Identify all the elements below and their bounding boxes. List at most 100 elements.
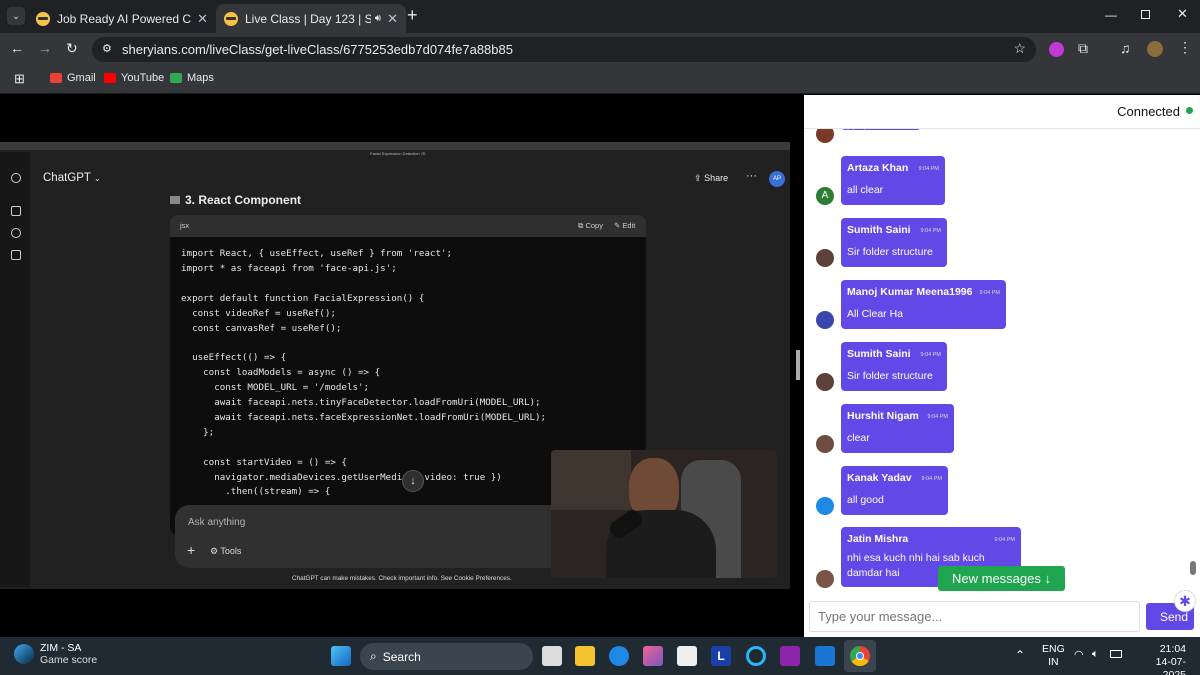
close-tab-icon[interactable]: ✕ — [387, 11, 398, 27]
speaker-icon[interactable]: 🔊︎ — [375, 13, 381, 24]
share-label: Share — [704, 173, 729, 183]
start-icon[interactable] — [331, 646, 351, 666]
vscode-icon[interactable] — [815, 646, 835, 666]
background-shelf — [551, 450, 631, 510]
wifi-icon[interactable]: ◠ — [1074, 648, 1084, 661]
code-line: const loadModels = async () => { — [181, 367, 381, 379]
new-chat-icon[interactable] — [11, 206, 21, 216]
code-line: useEffect(() => { — [181, 352, 287, 364]
taskbar-search[interactable]: ⌕ Search — [360, 643, 533, 670]
floating-ai-icon[interactable]: ✱ — [1174, 590, 1196, 612]
bookmark-gmail[interactable]: Gmail — [50, 72, 96, 84]
restore-icon[interactable] — [1141, 10, 1150, 19]
close-window-icon[interactable]: ✕ — [1177, 6, 1188, 22]
extension-icon[interactable] — [1049, 42, 1064, 57]
more-options-icon[interactable]: ··· — [746, 170, 757, 182]
new-tab-button[interactable]: + — [407, 5, 418, 26]
message-text: All Clear Ha — [847, 308, 904, 320]
weather-widget[interactable]: ZIM - SA Game score — [14, 642, 97, 666]
code-line: const MODEL_URL = '/models'; — [181, 382, 370, 394]
bookmark-maps[interactable]: Maps — [170, 72, 214, 84]
code-line: import * as faceapi from 'face-api.js'; — [181, 262, 397, 274]
message-text: all clear — [847, 184, 884, 196]
address-bar[interactable]: ⚙ sheryians.com/liveClass/get-liveClass/… — [92, 37, 1036, 62]
forward-icon[interactable]: → — [38, 40, 52, 56]
tab-search-button[interactable]: ⌄ — [7, 7, 25, 25]
search-icon: ⌕ — [370, 649, 377, 663]
message-time: 9:04 PM — [920, 228, 941, 234]
menu-kebab-icon[interactable]: ⋮ — [1178, 39, 1192, 56]
chatgpt-model-selector[interactable]: ChatGPT ⌄ — [43, 172, 101, 184]
edit-button[interactable]: ✎ Edit — [614, 221, 635, 230]
clock-time: 21:04 — [1159, 643, 1186, 655]
search-icon[interactable] — [11, 228, 21, 238]
close-tab-icon[interactable]: ✕ — [197, 11, 208, 27]
back-icon[interactable]: ← — [10, 40, 24, 56]
avatar — [816, 249, 834, 267]
avatar — [816, 497, 834, 515]
tools-button[interactable]: ⚙ Tools — [210, 546, 241, 557]
library-icon[interactable] — [11, 250, 21, 260]
language-indicator[interactable]: ENG IN — [1042, 643, 1065, 669]
copy-button[interactable]: ⧉ Copy — [578, 221, 603, 231]
disclaimer-text: ChatGPT can make mistakes. Check importa… — [292, 575, 512, 582]
bookmark-label: Gmail — [67, 72, 96, 84]
battery-icon[interactable] — [1110, 650, 1122, 658]
task-view-icon[interactable] — [542, 646, 562, 666]
share-button[interactable]: ⇪ Share — [694, 173, 728, 184]
chatgpt-sidebar — [0, 152, 30, 587]
tab-cohort[interactable]: Job Ready AI Powered Cohort: W ✕ — [28, 4, 216, 33]
openai-logo-icon[interactable] — [11, 173, 21, 183]
chevron-down-icon: ⌄ — [93, 174, 101, 183]
message-text: Sir folder structure — [847, 370, 933, 382]
jetbrains-icon[interactable] — [780, 646, 800, 666]
new-messages-button[interactable]: New messages ↓ — [938, 566, 1065, 591]
store-icon[interactable] — [677, 646, 697, 666]
avatar — [816, 311, 834, 329]
chat-scrollbar-thumb[interactable] — [1190, 561, 1196, 575]
maps-icon — [170, 73, 182, 83]
extensions-puzzle-icon[interactable]: ⧉ — [1078, 40, 1088, 57]
media-control-icon[interactable]: ♫ — [1120, 40, 1131, 56]
box-icon — [170, 196, 180, 204]
connection-status: Connected — [1117, 104, 1180, 119]
minimize-icon[interactable]: — — [1105, 8, 1117, 22]
message-input[interactable] — [809, 601, 1140, 632]
apps-grid-icon[interactable]: ⊞ — [14, 71, 25, 87]
clock-date: 14-07-2025 — [1155, 656, 1186, 675]
message-text: Sir folder structure — [847, 246, 933, 258]
message-time: 9:04 PM — [918, 166, 939, 172]
bookmark-star-icon[interactable]: ☆ — [1013, 40, 1026, 57]
chat-message: Sumith Saini 9:04 PM Sir folder structure — [841, 218, 947, 267]
plus-icon[interactable]: + — [187, 542, 195, 558]
app-name: ChatGPT — [43, 172, 91, 184]
chrome-taskbar-button[interactable] — [844, 640, 876, 672]
scroll-down-icon[interactable]: ↓ — [402, 470, 424, 492]
sender-name: Jatin Mishra — [847, 533, 909, 545]
file-explorer-icon[interactable] — [575, 646, 595, 666]
tab-live-class[interactable]: Live Class | Day 123 | Startin 🔊︎ ✕ — [216, 4, 406, 33]
copilot-icon[interactable] — [643, 646, 663, 666]
clock[interactable]: 21:04 14-07-2025 — [1136, 643, 1186, 675]
tray-overflow-icon[interactable]: ⌃ — [1015, 648, 1025, 662]
user-avatar[interactable]: AP — [769, 171, 785, 187]
edge-icon[interactable] — [609, 646, 629, 666]
code-line: navigator.mediaDevices.getUserMedia({ vi… — [181, 471, 502, 483]
chat-message: Hurshit Nigam 9:04 PM clear — [841, 404, 954, 453]
youtube-icon — [104, 73, 116, 83]
code-line: const canvasRef = useRef(); — [181, 322, 342, 334]
bookmark-youtube[interactable]: YouTube — [104, 72, 164, 84]
weather-text: ZIM - SA Game score — [40, 642, 97, 666]
bookmark-label: Maps — [187, 72, 214, 84]
reload-icon[interactable]: ↻ — [66, 40, 78, 57]
sheryians-favicon-icon — [224, 11, 238, 26]
profile-avatar[interactable] — [1147, 41, 1163, 57]
volume-icon[interactable]: 🔈︎ — [1092, 648, 1099, 661]
chat-header: Connected — [804, 95, 1200, 129]
cortana-icon[interactable] — [746, 646, 766, 666]
tab-strip: ⌄ Job Ready AI Powered Cohort: W ✕ Live … — [0, 0, 1200, 33]
site-info-icon[interactable]: ⚙ — [102, 42, 112, 55]
chat-message: Sumith Saini 9:04 PM Sir folder structure — [841, 342, 947, 391]
gmail-icon — [50, 73, 62, 83]
app-l-icon[interactable]: L — [711, 646, 731, 666]
